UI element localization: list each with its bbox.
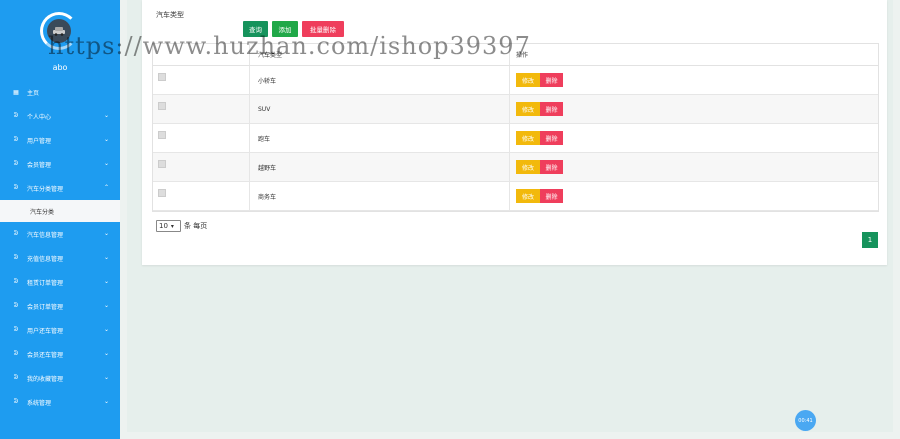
chevron-down-icon: ⌄ xyxy=(103,112,109,119)
chevron-down-icon: ⌄ xyxy=(103,136,109,143)
data-table: 汽车类型 操作 小轿车 修改 删除 SUV 修改 删除 跑车 修改 删除 越野车… xyxy=(152,43,879,212)
car-type-cell: 小轿车 xyxy=(250,66,510,94)
edit-button[interactable]: 修改 xyxy=(516,73,540,87)
user-icon: ᕲ xyxy=(13,398,19,405)
sidebar-item-car-category-management[interactable]: ᕲ 汽车分类管理 ⌃ xyxy=(0,176,120,200)
sidebar: abo ▦ 主页 ᕲ 个人中心 ⌄ ᕲ 用户管理 ⌄ ᕲ 会员管理 ⌄ ᕲ 汽车… xyxy=(0,0,120,439)
sidebar-item-label: 个人中心 xyxy=(27,113,52,121)
sidebar-item-car-info-management[interactable]: ᕲ 汽车信息管理 ⌄ xyxy=(0,222,120,246)
edit-button[interactable]: 修改 xyxy=(516,160,540,174)
chevron-down-icon: ⌄ xyxy=(103,160,109,167)
sidebar-item-label: 会员管理 xyxy=(27,161,52,169)
sidebar-item-member-order-management[interactable]: ᕲ 会员订单管理 ⌄ xyxy=(0,294,120,318)
sidebar-item-home[interactable]: ▦ 主页 xyxy=(0,80,120,104)
user-icon: ᕲ xyxy=(13,112,19,119)
sidebar-item-label: 租赁订单管理 xyxy=(27,279,64,287)
table-row: SUV 修改 删除 xyxy=(153,95,878,124)
user-icon: ᕲ xyxy=(13,326,19,333)
table-row: 商务车 修改 删除 xyxy=(153,182,878,211)
sidebar-item-user-return-management[interactable]: ᕲ 用户还车管理 ⌄ xyxy=(0,318,120,342)
chevron-down-icon: ⌄ xyxy=(103,398,109,405)
table-row: 小轿车 修改 删除 xyxy=(153,66,878,95)
user-icon: ᕲ xyxy=(13,374,19,381)
grid-icon: ▦ xyxy=(13,88,19,96)
chevron-down-icon: ⌄ xyxy=(103,278,109,285)
chevron-up-icon: ⌃ xyxy=(103,184,109,191)
user-icon: ᕲ xyxy=(13,350,19,357)
delete-button[interactable]: 删除 xyxy=(540,102,563,116)
floating-timer-button[interactable]: 00:41 xyxy=(795,410,816,431)
user-icon: ᕲ xyxy=(13,184,19,191)
chevron-down-icon: ▾ xyxy=(170,222,174,230)
username: abo xyxy=(52,63,68,72)
watermark-text: https://www.huzhan.com/ishop39397 xyxy=(48,32,531,60)
row-checkbox[interactable] xyxy=(158,102,166,110)
sidebar-subitem-car-category[interactable]: 汽车分类 xyxy=(0,200,120,222)
sidebar-item-label: 会员还车管理 xyxy=(27,351,64,359)
car-type-cell: 越野车 xyxy=(250,153,510,181)
sidebar-item-favorites-management[interactable]: ᕲ 我的收藏管理 ⌄ xyxy=(0,366,120,390)
page-size-value: 10 xyxy=(159,222,168,230)
sidebar-item-label: 充值信息管理 xyxy=(27,255,64,263)
sidebar-item-personal-center[interactable]: ᕲ 个人中心 ⌄ xyxy=(0,104,120,128)
table-row: 跑车 修改 删除 xyxy=(153,124,878,153)
car-type-cell: 跑车 xyxy=(250,124,510,152)
user-icon: ᕲ xyxy=(13,160,19,167)
row-checkbox[interactable] xyxy=(158,131,166,139)
user-icon: ᕲ xyxy=(13,302,19,309)
row-checkbox[interactable] xyxy=(158,189,166,197)
user-icon: ᕲ xyxy=(13,136,19,143)
sidebar-item-label: 汽车分类管理 xyxy=(27,185,64,193)
pagination-page-button[interactable]: 1 xyxy=(862,232,878,248)
sidebar-item-label: 主页 xyxy=(27,89,40,97)
user-icon: ᕲ xyxy=(13,278,19,285)
chevron-down-icon: ⌄ xyxy=(103,326,109,333)
chevron-down-icon: ⌄ xyxy=(103,350,109,357)
sidebar-item-label: 用户还车管理 xyxy=(27,327,64,335)
user-icon: ᕲ xyxy=(13,254,19,261)
sidebar-item-label: 我的收藏管理 xyxy=(27,375,64,383)
delete-button[interactable]: 删除 xyxy=(540,160,563,174)
row-checkbox[interactable] xyxy=(158,73,166,81)
page-size-select[interactable]: 10 ▾ xyxy=(156,220,181,232)
chevron-down-icon: ⌄ xyxy=(103,374,109,381)
row-checkbox[interactable] xyxy=(158,160,166,168)
delete-button[interactable]: 删除 xyxy=(540,131,563,145)
sidebar-item-label: 系统管理 xyxy=(27,399,52,407)
sidebar-item-label: 会员订单管理 xyxy=(27,303,64,311)
table-row: 越野车 修改 删除 xyxy=(153,153,878,182)
header-actions: 操作 xyxy=(516,52,529,59)
main-area: 汽车类型 查询 添加 批量删除 汽车类型 操作 小轿车 修改 删除 SUV 修改… xyxy=(120,0,900,439)
sidebar-item-label: 用户管理 xyxy=(27,137,52,145)
sidebar-item-label: 汽车信息管理 xyxy=(27,231,64,239)
per-page-text: 条 每页 xyxy=(184,222,208,230)
edit-button[interactable]: 修改 xyxy=(516,131,540,145)
sidebar-item-recharge-management[interactable]: ᕲ 充值信息管理 ⌄ xyxy=(0,246,120,270)
chevron-down-icon: ⌄ xyxy=(103,254,109,261)
sidebar-item-user-management[interactable]: ᕲ 用户管理 ⌄ xyxy=(0,128,120,152)
chevron-down-icon: ⌄ xyxy=(103,230,109,237)
chevron-down-icon: ⌄ xyxy=(103,302,109,309)
sidebar-item-member-management[interactable]: ᕲ 会员管理 ⌄ xyxy=(0,152,120,176)
page-size-control: 10 ▾ 条 每页 xyxy=(156,220,207,232)
sidebar-item-system-management[interactable]: ᕲ 系统管理 ⌄ xyxy=(0,390,120,414)
edit-button[interactable]: 修改 xyxy=(516,189,540,203)
user-icon: ᕲ xyxy=(13,230,19,237)
delete-button[interactable]: 删除 xyxy=(540,189,563,203)
delete-button[interactable]: 删除 xyxy=(540,73,563,87)
sidebar-item-member-return-management[interactable]: ᕲ 会员还车管理 ⌄ xyxy=(0,342,120,366)
car-type-cell: 商务车 xyxy=(250,182,510,210)
table-body: 小轿车 修改 删除 SUV 修改 删除 跑车 修改 删除 越野车 修改 删除 商… xyxy=(153,66,878,211)
edit-button[interactable]: 修改 xyxy=(516,102,540,116)
sidebar-menu: ▦ 主页 ᕲ 个人中心 ⌄ ᕲ 用户管理 ⌄ ᕲ 会员管理 ⌄ ᕲ 汽车分类管理… xyxy=(0,80,120,414)
content-background: 汽车类型 查询 添加 批量删除 汽车类型 操作 小轿车 修改 删除 SUV 修改… xyxy=(127,0,893,432)
car-type-cell: SUV xyxy=(250,95,510,123)
sidebar-item-rental-order-management[interactable]: ᕲ 租赁订单管理 ⌄ xyxy=(0,270,120,294)
search-label: 汽车类型 xyxy=(156,11,184,19)
